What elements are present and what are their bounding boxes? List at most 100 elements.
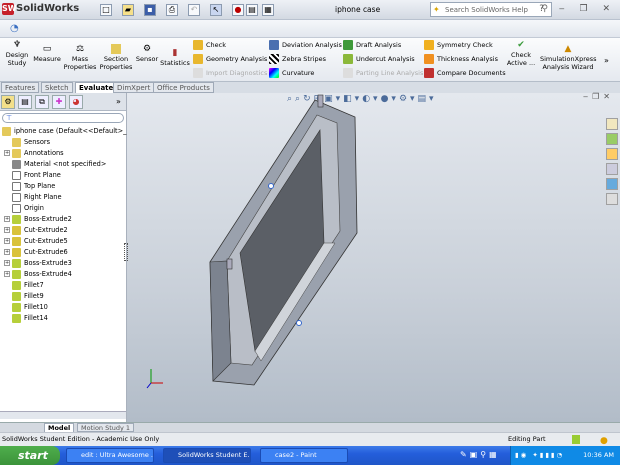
check-button[interactable]: Check bbox=[193, 40, 226, 50]
thickness-analysis-button[interactable]: Thickness Analysis bbox=[424, 54, 498, 64]
measure-button[interactable]: ▭ Measure bbox=[32, 44, 62, 63]
tree-item-label: Boss-Extrude2 bbox=[24, 215, 72, 223]
graphics-viewport[interactable]: ⌕⌕↻⊞▣▾◧▾◐▾●▾⚙▾▤▾ ‒❐✕ bbox=[124, 92, 620, 422]
tree-filter-input[interactable]: ⊤ bbox=[2, 113, 124, 123]
tree-root[interactable]: iphone case (Default<<Default>_Disp bbox=[2, 126, 141, 137]
tree-item[interactable]: Right Plane bbox=[4, 192, 62, 203]
tab-dimxpert[interactable]: DimXpert bbox=[113, 82, 155, 93]
command-manager-icon[interactable]: ◔ bbox=[10, 23, 22, 35]
tree-item-label: Fillet10 bbox=[24, 303, 48, 311]
tree-item[interactable]: + Cut-Extrude6 bbox=[4, 247, 68, 258]
panel-splitter-handle[interactable] bbox=[124, 243, 128, 261]
rebuild-status-icon[interactable] bbox=[572, 435, 580, 444]
expand-icon[interactable]: + bbox=[4, 216, 10, 222]
dimxpert-manager-tab-icon[interactable]: ✚ bbox=[52, 95, 66, 109]
check-active-document-button[interactable]: ✔ Check Active ... bbox=[504, 40, 538, 67]
rebuild-icon[interactable]: ● bbox=[232, 4, 244, 16]
tree-item[interactable]: Origin bbox=[4, 203, 44, 214]
tree-item[interactable]: + Boss-Extrude2 bbox=[4, 214, 72, 225]
solidworks-logo[interactable]: SWSolidWorks bbox=[2, 3, 79, 15]
part-model[interactable] bbox=[127, 93, 620, 422]
tab-model[interactable]: Model bbox=[44, 423, 75, 432]
quick-launch-icons[interactable]: ✎▣⚲▦ bbox=[460, 450, 500, 459]
sensor-button[interactable]: ⚙ Sensor bbox=[134, 44, 160, 63]
solidworks-logo-icon: SW bbox=[2, 3, 17, 15]
tab-office-products[interactable]: Office Products bbox=[153, 82, 214, 93]
origin-point[interactable] bbox=[296, 320, 302, 326]
tree-item[interactable]: Fillet10 bbox=[4, 302, 48, 313]
tree-item[interactable]: Sensors bbox=[4, 137, 50, 148]
start-button[interactable]: start bbox=[0, 446, 60, 465]
tab-features[interactable]: Features bbox=[1, 82, 40, 93]
taskbar-item-solidworks[interactable]: SolidWorks Student E... bbox=[163, 448, 251, 463]
material-icon bbox=[12, 159, 21, 169]
taskbar-item-browser[interactable]: edit : Ultra Awesome ... bbox=[66, 448, 154, 463]
tree-item[interactable]: + Cut-Extrude5 bbox=[4, 236, 68, 247]
file-properties-icon[interactable]: ▤ bbox=[246, 4, 258, 16]
expand-icon[interactable]: + bbox=[4, 227, 10, 233]
tree-item[interactable]: Fillet14 bbox=[4, 313, 48, 324]
model-tabs-bar: Model Motion Study 1 bbox=[0, 422, 620, 432]
symmetry-check-button[interactable]: Symmetry Check bbox=[424, 40, 493, 50]
mass-properties-button[interactable]: ⚖ Mass Properties bbox=[62, 44, 98, 71]
tree-item[interactable]: + Boss-Extrude4 bbox=[4, 269, 72, 280]
panel-expand-icon[interactable]: » bbox=[116, 97, 121, 106]
expand-icon[interactable]: + bbox=[4, 238, 10, 244]
options-icon[interactable]: ▦ bbox=[262, 4, 274, 16]
clock: 10:36 AM bbox=[583, 451, 614, 459]
select-icon[interactable]: ↖ bbox=[210, 4, 222, 16]
curvature-icon bbox=[269, 68, 279, 78]
curvature-button[interactable]: Curvature bbox=[269, 68, 314, 78]
cut-extrude-icon bbox=[12, 247, 21, 257]
window-controls[interactable]: ? ‒ ❐ ✕ bbox=[539, 4, 616, 14]
geometry-analysis-button[interactable]: Geometry Analysis bbox=[193, 54, 267, 64]
expand-icon[interactable]: + bbox=[4, 249, 10, 255]
taskbar-item-paint[interactable]: case2 - Paint bbox=[260, 448, 348, 463]
tree-item[interactable]: + Boss-Extrude3 bbox=[4, 258, 72, 269]
design-study-button[interactable]: ♆ Design Study bbox=[2, 40, 32, 67]
expand-icon[interactable]: + bbox=[4, 271, 10, 277]
tab-sketch[interactable]: Sketch bbox=[41, 82, 73, 93]
property-manager-tab-icon[interactable]: ▤ bbox=[18, 95, 32, 109]
simulationxpress-icon: ▲ bbox=[564, 44, 572, 54]
tree-item[interactable]: Material <not specified> bbox=[4, 159, 106, 170]
print-icon[interactable]: ⎙ bbox=[166, 4, 178, 16]
simulationxpress-button[interactable]: ▲ SimulationXpress Analysis Wizard bbox=[540, 44, 597, 71]
import-diagnostics-button[interactable]: Import Diagnostics bbox=[193, 68, 267, 78]
configuration-manager-tab-icon[interactable]: ⧉ bbox=[35, 95, 49, 109]
open-icon[interactable]: ▰ bbox=[122, 4, 134, 16]
save-icon[interactable]: ▪ bbox=[144, 4, 156, 16]
tab-evaluate[interactable]: Evaluate bbox=[75, 82, 118, 93]
tree-item[interactable]: + Cut-Extrude2 bbox=[4, 225, 68, 236]
section-properties-button[interactable]: Section Properties bbox=[98, 44, 134, 71]
statistics-button[interactable]: ▮ Statistics bbox=[160, 48, 190, 67]
tree-item[interactable]: + Annotations bbox=[4, 148, 64, 159]
cut-extrude-icon bbox=[12, 225, 21, 235]
display-manager-tab-icon[interactable]: ◕ bbox=[69, 95, 83, 109]
search-input[interactable]: ✦ Search SolidWorks Help ⚲ bbox=[430, 2, 552, 17]
new-icon[interactable]: □ bbox=[100, 4, 112, 16]
origin-point[interactable] bbox=[268, 183, 274, 189]
tree-item[interactable]: Front Plane bbox=[4, 170, 61, 181]
ribbon-more-icon[interactable]: » bbox=[604, 56, 609, 65]
parting-line-analysis-button[interactable]: Parting Line Analysis bbox=[343, 68, 423, 78]
tab-motion-study[interactable]: Motion Study 1 bbox=[77, 423, 135, 432]
tree-horizontal-scrollbar[interactable] bbox=[0, 411, 126, 419]
feature-manager-tab-icon[interactable]: ⚙ bbox=[1, 95, 15, 109]
tree-item[interactable]: Top Plane bbox=[4, 181, 55, 192]
tree-item[interactable]: Fillet7 bbox=[4, 280, 44, 291]
import-diagnostics-icon bbox=[193, 68, 203, 78]
compare-documents-button[interactable]: Compare Documents bbox=[424, 68, 506, 78]
draft-analysis-button[interactable]: Draft Analysis bbox=[343, 40, 401, 50]
expand-icon[interactable]: + bbox=[4, 150, 10, 156]
tray-icons[interactable]: ▮◉ ✦▮▮▮◔ bbox=[511, 446, 564, 465]
undo-icon[interactable]: ↶ bbox=[188, 4, 200, 16]
expand-icon[interactable]: + bbox=[4, 260, 10, 266]
undercut-analysis-button[interactable]: Undercut Analysis bbox=[343, 54, 415, 64]
tree-item[interactable]: Fillet9 bbox=[4, 291, 44, 302]
deviation-analysis-button[interactable]: Deviation Analysis bbox=[269, 40, 342, 50]
triad-axes-icon bbox=[146, 369, 163, 389]
zebra-stripes-button[interactable]: Zebra Stripes bbox=[269, 54, 326, 64]
panel-tabs: ⚙ ▤ ⧉ ✚ ◕ » bbox=[0, 93, 126, 111]
